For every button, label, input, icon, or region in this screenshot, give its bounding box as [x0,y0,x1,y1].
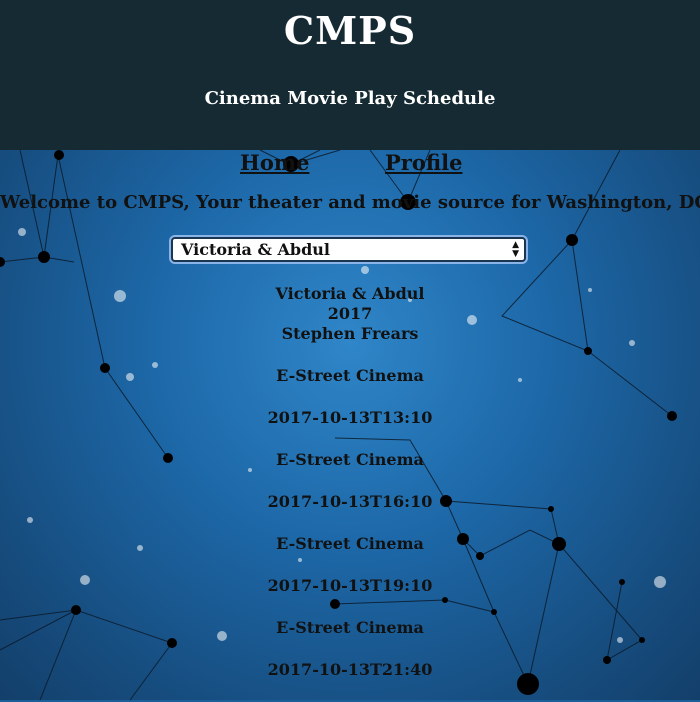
page-header: CMPS Cinema Movie Play Schedule [0,0,700,150]
showing-theater: E-Street Cinema [276,618,424,637]
select-arrows-icon: ▲ ▼ [512,240,519,259]
movie-select-value: Victoria & Abdul [181,240,330,259]
showing-theater: E-Street Cinema [276,450,424,469]
welcome-message: Welcome to CMPS, Your theater and movie … [0,192,700,213]
movie-select[interactable]: Victoria & Abdul ▲ ▼ [171,237,526,262]
main-nav: Home Profile [0,150,700,180]
movie-year: 2017 [327,304,373,323]
movie-info: Victoria & Abdul 2017 Stephen Frears [0,284,700,344]
nav-home-link[interactable]: Home [240,150,309,175]
nav-profile-link[interactable]: Profile [385,150,462,175]
showing-time: 2017-10-13T19:10 [267,576,433,595]
showing-time: 2017-10-13T13:10 [267,408,433,427]
showing-theater: E-Street Cinema [276,534,424,553]
site-title: CMPS [283,8,417,53]
site-subtitle: Cinema Movie Play Schedule [204,88,496,109]
showings-list: E-Street Cinema 2017-10-13T13:10 E-Stree… [0,366,700,702]
movie-director: Stephen Frears [281,324,419,343]
showing-theater: E-Street Cinema [276,366,424,385]
showing-time: 2017-10-13T16:10 [267,492,433,511]
movie-title: Victoria & Abdul [275,284,425,303]
showing-time: 2017-10-13T21:40 [267,660,433,679]
